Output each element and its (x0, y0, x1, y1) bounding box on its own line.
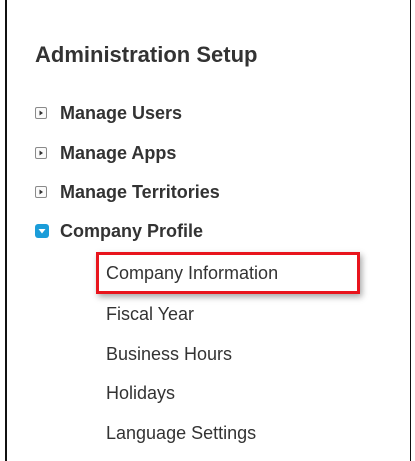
nav-item-manage-users[interactable]: Manage Users (35, 101, 182, 125)
expand-arrow-icon[interactable] (35, 147, 47, 159)
nav-item-label: Company Profile (60, 220, 204, 241)
expand-arrow-icon[interactable] (35, 186, 47, 198)
sub-link-business-hours[interactable]: Business Hours (106, 342, 232, 366)
nav-item-label: Manage Users (60, 102, 183, 123)
nav-item-label: Manage Apps (60, 142, 177, 163)
nav-item-manage-territories[interactable]: Manage Territories (35, 180, 220, 204)
expand-arrow-icon[interactable] (35, 107, 47, 119)
sub-link-fiscal-year[interactable]: Fiscal Year (106, 302, 194, 326)
sub-link-holidays[interactable]: Holidays (106, 381, 175, 405)
nav-item-company-profile[interactable]: Company Profile (35, 219, 203, 243)
panel-title: Administration Setup (35, 42, 258, 67)
collapse-arrow-icon[interactable] (35, 224, 49, 238)
admin-setup-panel: Administration Setup Manage Users Manage… (5, 0, 411, 461)
nav-item-label: Manage Territories (60, 181, 220, 202)
sub-link-company-information[interactable]: Company Information (106, 261, 278, 285)
nav-item-manage-apps[interactable]: Manage Apps (35, 141, 176, 165)
sub-link-language-settings[interactable]: Language Settings (106, 421, 256, 445)
